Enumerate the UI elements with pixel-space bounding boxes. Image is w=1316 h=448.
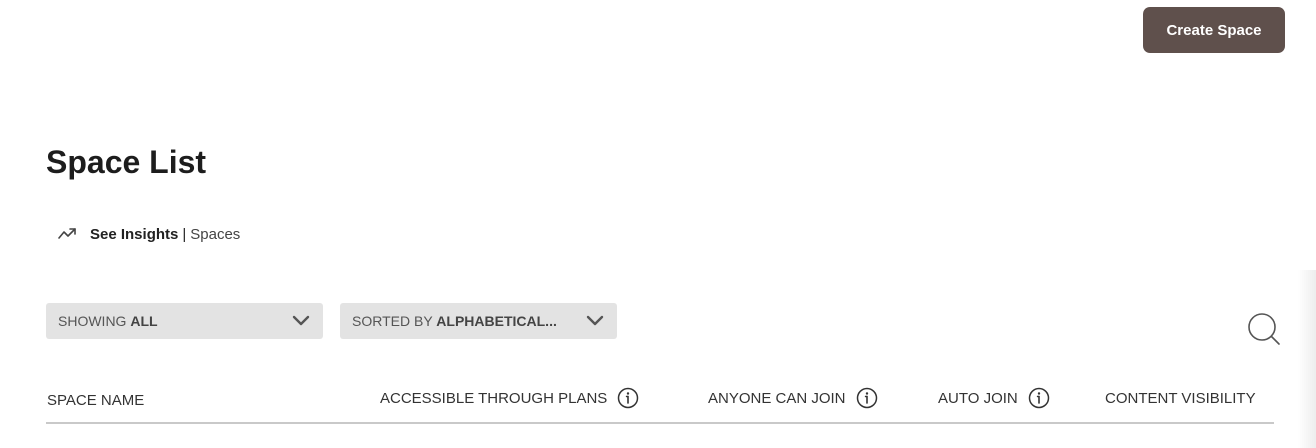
column-label: SPACE NAME (47, 391, 145, 409)
column-header-content-visibility[interactable]: CONTENT VISIBILITY (1105, 386, 1256, 410)
showing-filter-text: SHOWING ALL (58, 313, 158, 329)
info-icon[interactable] (1028, 387, 1050, 409)
insights-bar: See Insights | Spaces (58, 222, 240, 246)
space-list-page: Create Space Space List See Insights | S… (0, 0, 1316, 448)
info-icon[interactable] (617, 387, 639, 409)
table-header: SPACE NAME ACCESSIBLE THROUGH PLANS ANYO… (46, 382, 1274, 424)
page-title: Space List (46, 144, 207, 180)
chevron-down-icon (291, 315, 311, 327)
search-button[interactable] (1246, 311, 1282, 347)
scroll-edge-shadow (1298, 270, 1316, 448)
column-header-auto-join[interactable]: AUTO JOIN (938, 386, 1050, 410)
column-label: ANYONE CAN JOIN (708, 389, 846, 407)
sort-value: ALPHABETICAL... (436, 313, 557, 329)
showing-filter-value: ALL (130, 313, 158, 329)
column-header-anyone-can-join[interactable]: ANYONE CAN JOIN (708, 386, 878, 410)
insights-separator: | (182, 225, 187, 243)
trending-up-icon (58, 227, 78, 241)
column-header-accessible-through-plans[interactable]: ACCESSIBLE THROUGH PLANS (380, 386, 639, 410)
showing-filter-prefix: SHOWING (58, 313, 127, 329)
chevron-down-icon (585, 315, 605, 327)
column-header-space-name[interactable]: SPACE NAME (47, 388, 144, 412)
sort-prefix: SORTED BY (352, 313, 433, 329)
column-label: CONTENT VISIBILITY (1105, 389, 1256, 407)
info-icon[interactable] (856, 387, 878, 409)
create-space-button[interactable]: Create Space (1143, 7, 1285, 53)
column-label: AUTO JOIN (938, 389, 1018, 407)
sort-text: SORTED BY ALPHABETICAL... (352, 313, 557, 329)
search-icon (1246, 313, 1282, 350)
see-insights-link[interactable]: See Insights (90, 226, 178, 243)
showing-filter-dropdown[interactable]: SHOWING ALL (46, 303, 323, 339)
column-label: ACCESSIBLE THROUGH PLANS (380, 389, 608, 407)
spaces-link[interactable]: Spaces (190, 226, 240, 243)
sort-dropdown[interactable]: SORTED BY ALPHABETICAL... (340, 303, 617, 339)
